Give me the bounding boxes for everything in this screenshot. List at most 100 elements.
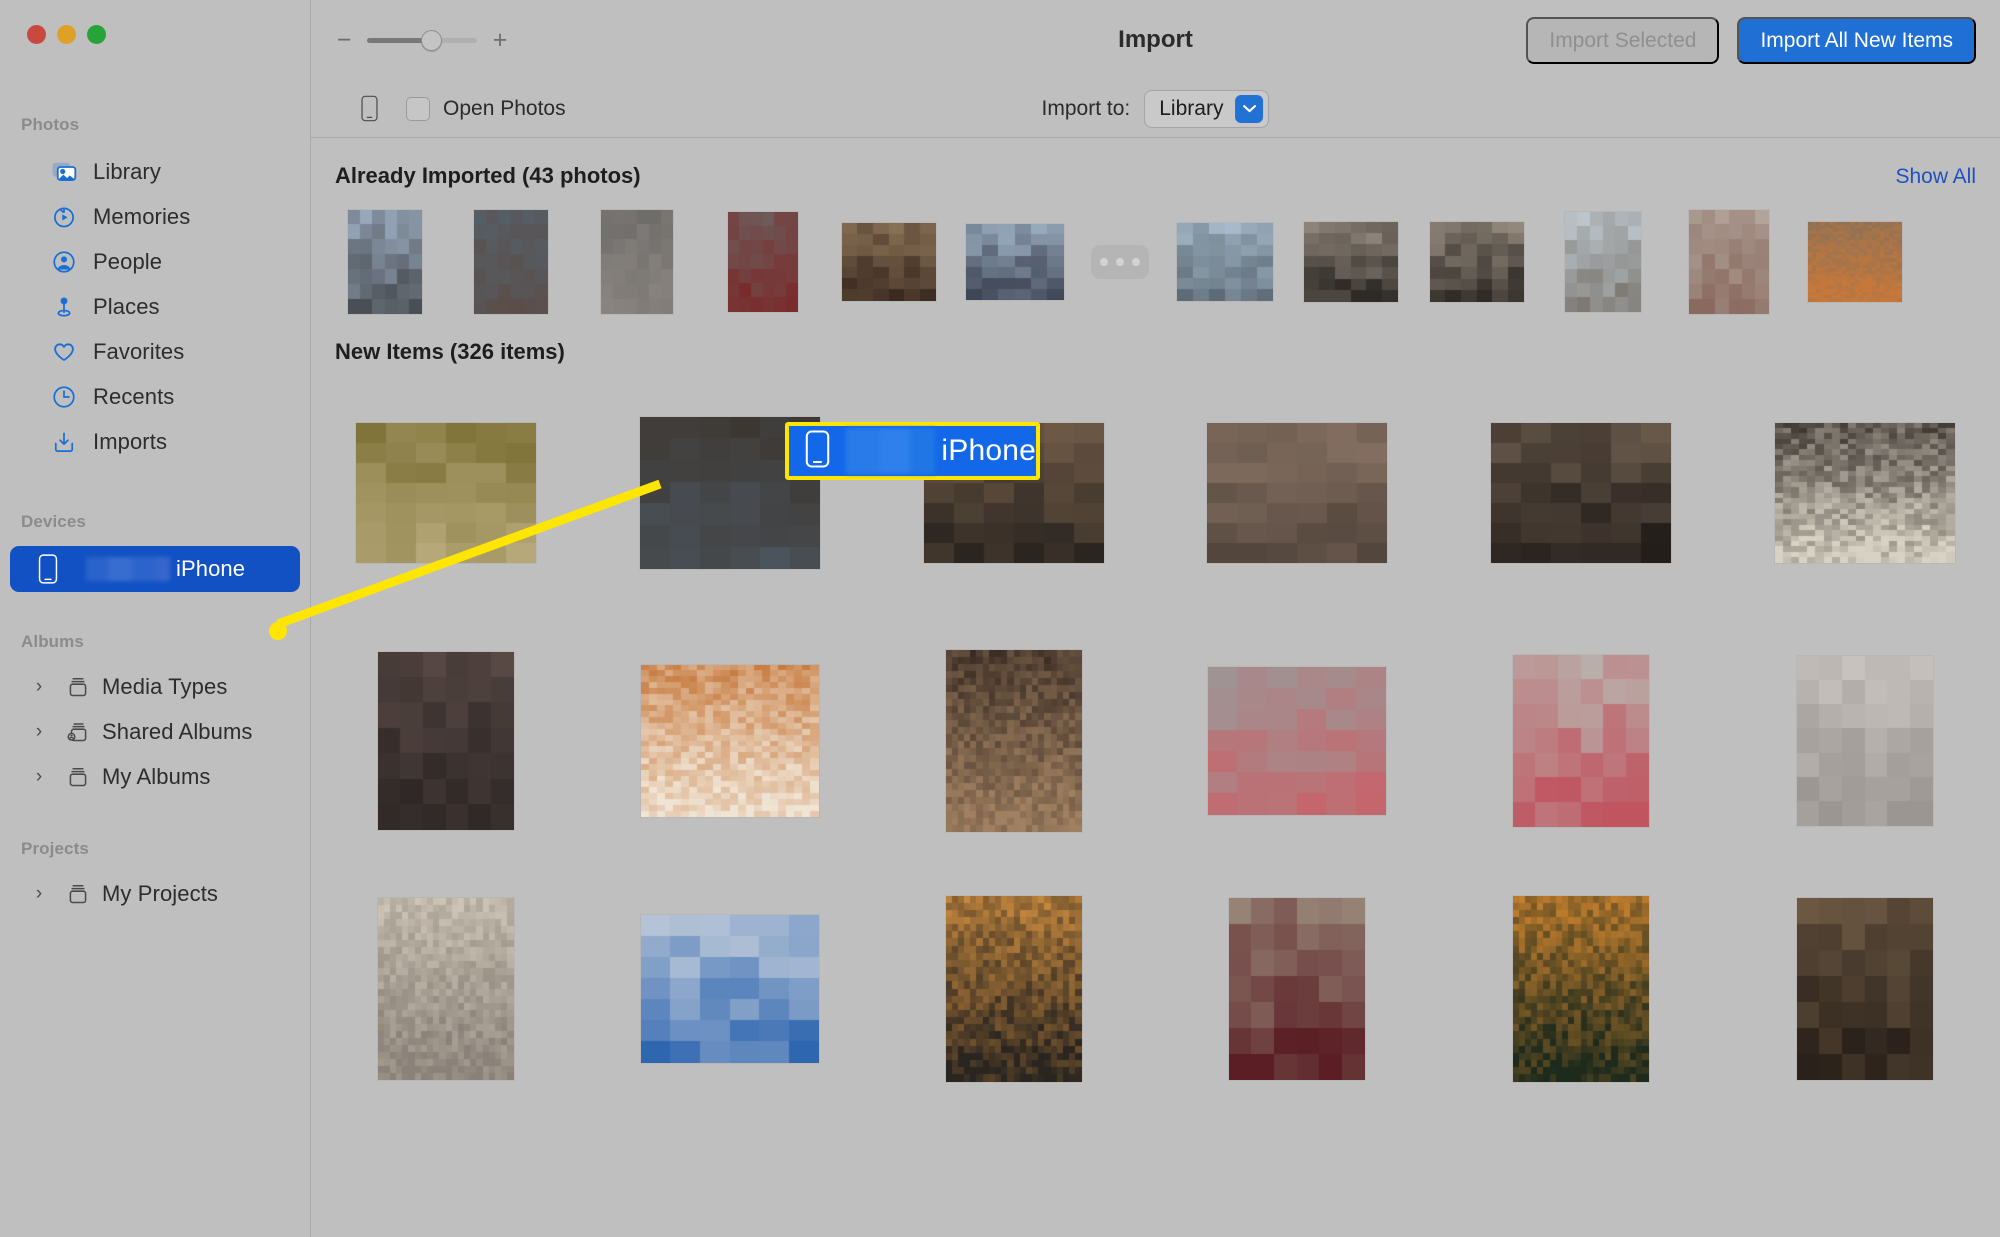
slider-thumb[interactable] xyxy=(421,30,442,51)
already-imported-thumbnail[interactable] xyxy=(335,208,435,316)
open-photos-checkbox[interactable] xyxy=(406,96,430,121)
chevron-right-icon[interactable]: › xyxy=(30,721,48,743)
new-item-thumbnail[interactable] xyxy=(335,637,557,845)
sidebar-item-memories[interactable]: Memories xyxy=(10,194,300,239)
sidebar-item-label: My Projects xyxy=(102,880,219,906)
new-item-thumbnail[interactable] xyxy=(1470,637,1692,845)
new-item-thumbnail[interactable] xyxy=(1470,389,1692,597)
already-imported-thumbnail[interactable] xyxy=(1427,208,1527,316)
main-area: − + Import Import Selected Import All Ne… xyxy=(276,0,2000,1237)
import-all-new-items-button[interactable]: Import All New Items xyxy=(1737,16,1976,64)
minimize-button[interactable] xyxy=(57,25,76,44)
chevron-right-icon[interactable]: › xyxy=(30,883,48,905)
sidebar-item-library[interactable]: Library xyxy=(10,149,300,194)
zoom-slider-control[interactable]: − + xyxy=(335,27,509,53)
already-imported-thumbnail[interactable] xyxy=(839,208,939,316)
already-imported-title: Already Imported (43 photos) xyxy=(335,163,641,188)
sidebar-item-shared-albums[interactable]: › Shared Albums xyxy=(10,709,300,754)
new-item-thumbnail[interactable] xyxy=(903,389,1125,597)
zoom-button[interactable] xyxy=(87,25,106,44)
import-content: Already Imported (43 photos) Show All Ne… xyxy=(311,138,2000,1237)
already-imported-thumbnail[interactable] xyxy=(965,208,1065,316)
callout-label: iPhone xyxy=(941,434,1036,467)
shared-album-icon xyxy=(64,718,92,746)
sidebar-section-albums-title: Albums xyxy=(21,632,84,651)
sidebar-albums-list: › Media Types › Shared Albums › My Album… xyxy=(0,664,310,799)
already-imported-thumbnail[interactable] xyxy=(461,208,561,316)
slider-fill xyxy=(367,38,429,43)
already-imported-thumbnail[interactable] xyxy=(1679,208,1779,316)
toolbar-actions: Import Selected Import All New Items xyxy=(1526,16,1976,64)
new-item-thumbnail[interactable] xyxy=(1754,885,1976,1093)
people-icon xyxy=(50,248,78,276)
close-button[interactable] xyxy=(27,25,46,44)
zoom-slider[interactable] xyxy=(367,30,477,51)
sidebar-item-recents[interactable]: Recents xyxy=(10,374,300,419)
new-items-header: New Items (326 items) xyxy=(335,317,1976,365)
new-item-thumbnail[interactable] xyxy=(1186,637,1408,845)
chevron-down-icon[interactable] xyxy=(1235,94,1264,123)
new-items-title: New Items (326 items) xyxy=(335,339,565,364)
sidebar-section-projects-title: Projects xyxy=(21,839,89,858)
sidebar-item-label: Media Types xyxy=(102,673,228,699)
new-item-thumbnail[interactable] xyxy=(1186,389,1408,597)
ellipsis-icon[interactable] xyxy=(1091,245,1149,279)
sidebar-item-media-types[interactable]: › Media Types xyxy=(10,664,300,709)
new-item-thumbnail[interactable] xyxy=(1186,885,1408,1093)
photos-library-icon xyxy=(50,158,78,186)
sidebar-item-imports[interactable]: Imports xyxy=(10,419,300,464)
sidebar-item-my-projects[interactable]: › My Projects xyxy=(10,871,300,916)
new-item-thumbnail[interactable] xyxy=(903,885,1125,1093)
already-imported-thumbs-left xyxy=(335,208,1065,316)
import-download-icon xyxy=(50,428,78,456)
sidebar-item-places[interactable]: Places xyxy=(10,284,300,329)
open-photos-label: Open Photos xyxy=(443,96,566,120)
import-selected-button[interactable]: Import Selected xyxy=(1526,16,1720,64)
new-item-thumbnail[interactable] xyxy=(619,389,841,597)
already-imported-thumbnail[interactable] xyxy=(713,208,813,316)
device-name-blurred xyxy=(86,557,170,581)
sidebar-item-label: Favorites xyxy=(93,338,185,364)
iphone-icon xyxy=(805,429,830,473)
open-photos-checkbox-group[interactable]: Open Photos xyxy=(406,96,566,121)
already-imported-thumbnail[interactable] xyxy=(1553,208,1653,316)
new-item-thumbnail[interactable] xyxy=(335,389,557,597)
import-options-bar: Open Photos Import to: Library xyxy=(311,80,2000,138)
already-imported-thumbnail[interactable] xyxy=(1175,208,1275,316)
already-imported-thumbnail[interactable] xyxy=(1805,208,1905,316)
callout-blurred-name xyxy=(846,428,936,474)
sidebar-item-favorites[interactable]: Favorites xyxy=(10,329,300,374)
sidebar-item-my-albums[interactable]: › My Albums xyxy=(10,754,300,799)
sidebar-item-label: My Albums xyxy=(102,763,211,789)
already-imported-thumbnail[interactable] xyxy=(587,208,687,316)
memories-icon xyxy=(50,203,78,231)
sidebar-photos-list: Library Memories People Places Favorites… xyxy=(0,149,310,464)
import-to-value: Library xyxy=(1159,96,1224,120)
new-item-thumbnail[interactable] xyxy=(619,637,841,845)
chevron-right-icon[interactable]: › xyxy=(30,676,48,698)
import-to-select[interactable]: Library xyxy=(1144,89,1270,128)
new-item-thumbnail[interactable] xyxy=(903,637,1125,845)
sidebar-section-photos-title: Photos xyxy=(21,115,80,134)
already-imported-thumbnail[interactable] xyxy=(1301,208,1401,316)
new-item-thumbnail[interactable] xyxy=(1470,885,1692,1093)
show-all-link[interactable]: Show All xyxy=(1895,165,1976,189)
sidebar: Photos Library Memories People Places Fa… xyxy=(0,0,311,1237)
sidebar-item-label: iPhone xyxy=(176,556,246,581)
new-item-thumbnail[interactable] xyxy=(619,885,841,1093)
sidebar-devices-list: iPhone xyxy=(0,546,310,592)
new-item-thumbnail[interactable] xyxy=(1754,637,1976,845)
album-icon xyxy=(64,880,92,908)
new-item-thumbnail[interactable] xyxy=(335,885,557,1093)
sidebar-item-iphone[interactable]: iPhone xyxy=(10,546,300,592)
new-item-thumbnail[interactable] xyxy=(1754,389,1976,597)
sidebar-item-people[interactable]: People xyxy=(10,239,300,284)
chevron-right-icon[interactable]: › xyxy=(30,766,48,788)
sidebar-item-label: Library xyxy=(93,158,161,184)
toolbar: − + Import Import Selected Import All Ne… xyxy=(311,0,2000,80)
import-to-group: Import to: Library xyxy=(1042,89,1270,128)
iphone-icon xyxy=(361,95,378,122)
zoom-out-icon[interactable]: − xyxy=(335,27,353,53)
photos-import-window: Photos Library Memories People Places Fa… xyxy=(0,0,2000,1237)
zoom-in-icon[interactable]: + xyxy=(491,27,509,53)
